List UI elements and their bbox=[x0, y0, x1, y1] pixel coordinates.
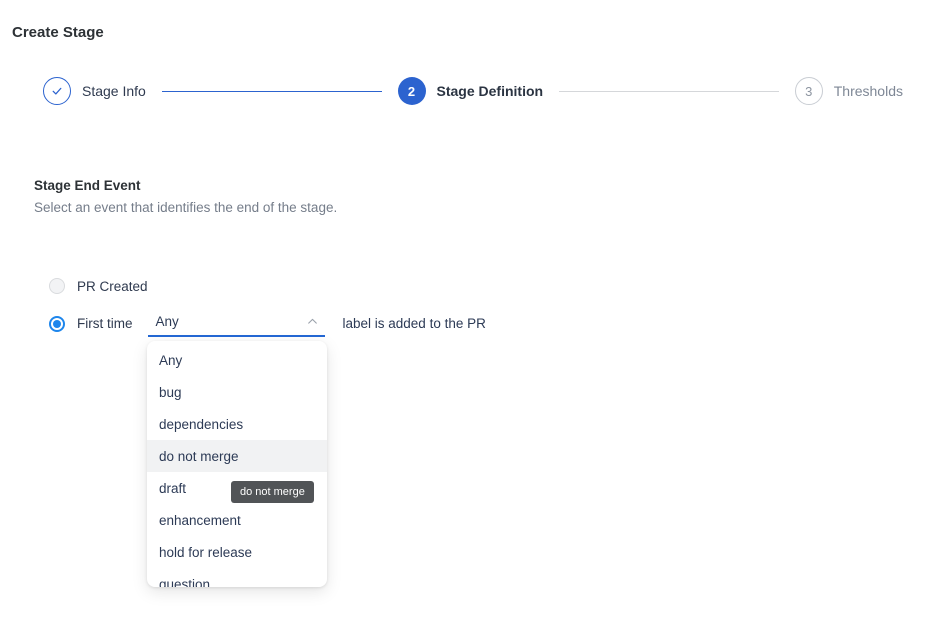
section-description: Select an event that identifies the end … bbox=[34, 200, 337, 215]
step-number-badge: 2 bbox=[398, 77, 426, 105]
do-not-merge-tooltip: do not merge bbox=[231, 481, 314, 503]
step-label: Stage Info bbox=[82, 83, 146, 99]
first-time-suffix-text: label is added to the PR bbox=[343, 316, 486, 331]
radio-row-pr-created: PR Created bbox=[49, 277, 148, 295]
dropdown-option-question[interactable]: question bbox=[147, 568, 327, 587]
dropdown-option-enhancement[interactable]: enhancement bbox=[147, 504, 327, 536]
dropdown-option-bug[interactable]: bug bbox=[147, 376, 327, 408]
dropdown-option-hold-for-release[interactable]: hold for release bbox=[147, 536, 327, 568]
dropdown-option-dependencies[interactable]: dependencies bbox=[147, 408, 327, 440]
dropdown-option-any[interactable]: Any bbox=[147, 344, 327, 376]
label-select-value: Any bbox=[156, 314, 179, 329]
stepper: Stage Info 2 Stage Definition 3 Threshol… bbox=[43, 77, 903, 105]
radio-row-first-time: First time Any label is added to the PR bbox=[49, 310, 486, 337]
page-title: Create Stage bbox=[12, 24, 104, 41]
label-select[interactable]: Any bbox=[148, 310, 325, 337]
stepper-step-stage-definition[interactable]: 2 Stage Definition bbox=[398, 77, 544, 105]
dropdown-option-do-not-merge[interactable]: do not merge bbox=[147, 440, 327, 472]
check-icon bbox=[50, 84, 64, 98]
step-label: Stage Definition bbox=[437, 83, 544, 99]
first-time-label[interactable]: First time bbox=[77, 316, 133, 331]
first-time-radio[interactable] bbox=[49, 316, 65, 332]
chevron-up-icon bbox=[306, 315, 319, 328]
step-completed-circle bbox=[43, 77, 71, 105]
label-select-dropdown: Any bug dependencies do not merge draft … bbox=[147, 341, 327, 587]
stepper-connector-2 bbox=[559, 91, 779, 92]
pr-created-radio[interactable] bbox=[49, 278, 65, 294]
stepper-connector-1 bbox=[162, 91, 382, 92]
pr-created-label[interactable]: PR Created bbox=[77, 279, 148, 294]
stepper-step-stage-info[interactable]: Stage Info bbox=[43, 77, 146, 105]
step-label: Thresholds bbox=[834, 83, 903, 99]
step-number-badge: 3 bbox=[795, 77, 823, 105]
stepper-step-thresholds[interactable]: 3 Thresholds bbox=[795, 77, 903, 105]
create-stage-screen: Create Stage Stage Info 2 Stage Definiti… bbox=[0, 0, 948, 619]
section-heading: Stage End Event bbox=[34, 178, 141, 193]
